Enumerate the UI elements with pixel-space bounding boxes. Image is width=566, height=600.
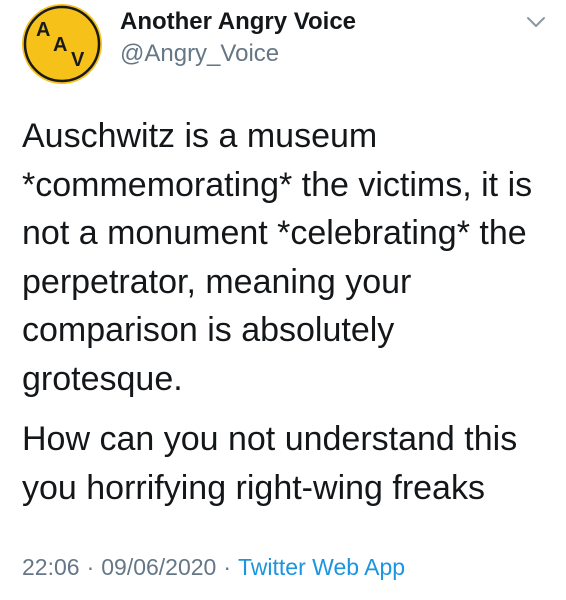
tweet-paragraph: How can you not understand this you horr… — [22, 420, 518, 507]
author-display-name[interactable]: Another Angry Voice — [120, 8, 356, 36]
tweet-source-link[interactable]: Twitter Web App — [238, 554, 405, 580]
tweet-time[interactable]: 22:06 — [22, 554, 80, 580]
avatar-letter: V — [71, 49, 85, 71]
tweet-paragraph: Auschwitz is a museum *commemorating* th… — [22, 117, 533, 398]
tweet-metadata: 22:06 · 09/06/2020 · Twitter Web App — [22, 554, 405, 581]
tweet-date[interactable]: 09/06/2020 — [101, 554, 216, 580]
avatar[interactable]: A A V — [22, 4, 102, 84]
avatar-letter: A — [53, 34, 67, 56]
separator: · — [223, 554, 232, 580]
author-handle[interactable]: @Angry_Voice — [120, 40, 279, 68]
tweet-text: Auschwitz is a museum *commemorating* th… — [22, 112, 552, 512]
tweet: A A V Another Angry Voice @Angry_Voice A… — [0, 0, 566, 600]
chevron-down-icon[interactable] — [525, 14, 547, 30]
separator: · — [86, 554, 95, 580]
avatar-logo-icon: A A V — [23, 5, 101, 83]
avatar-letter: A — [36, 19, 50, 41]
